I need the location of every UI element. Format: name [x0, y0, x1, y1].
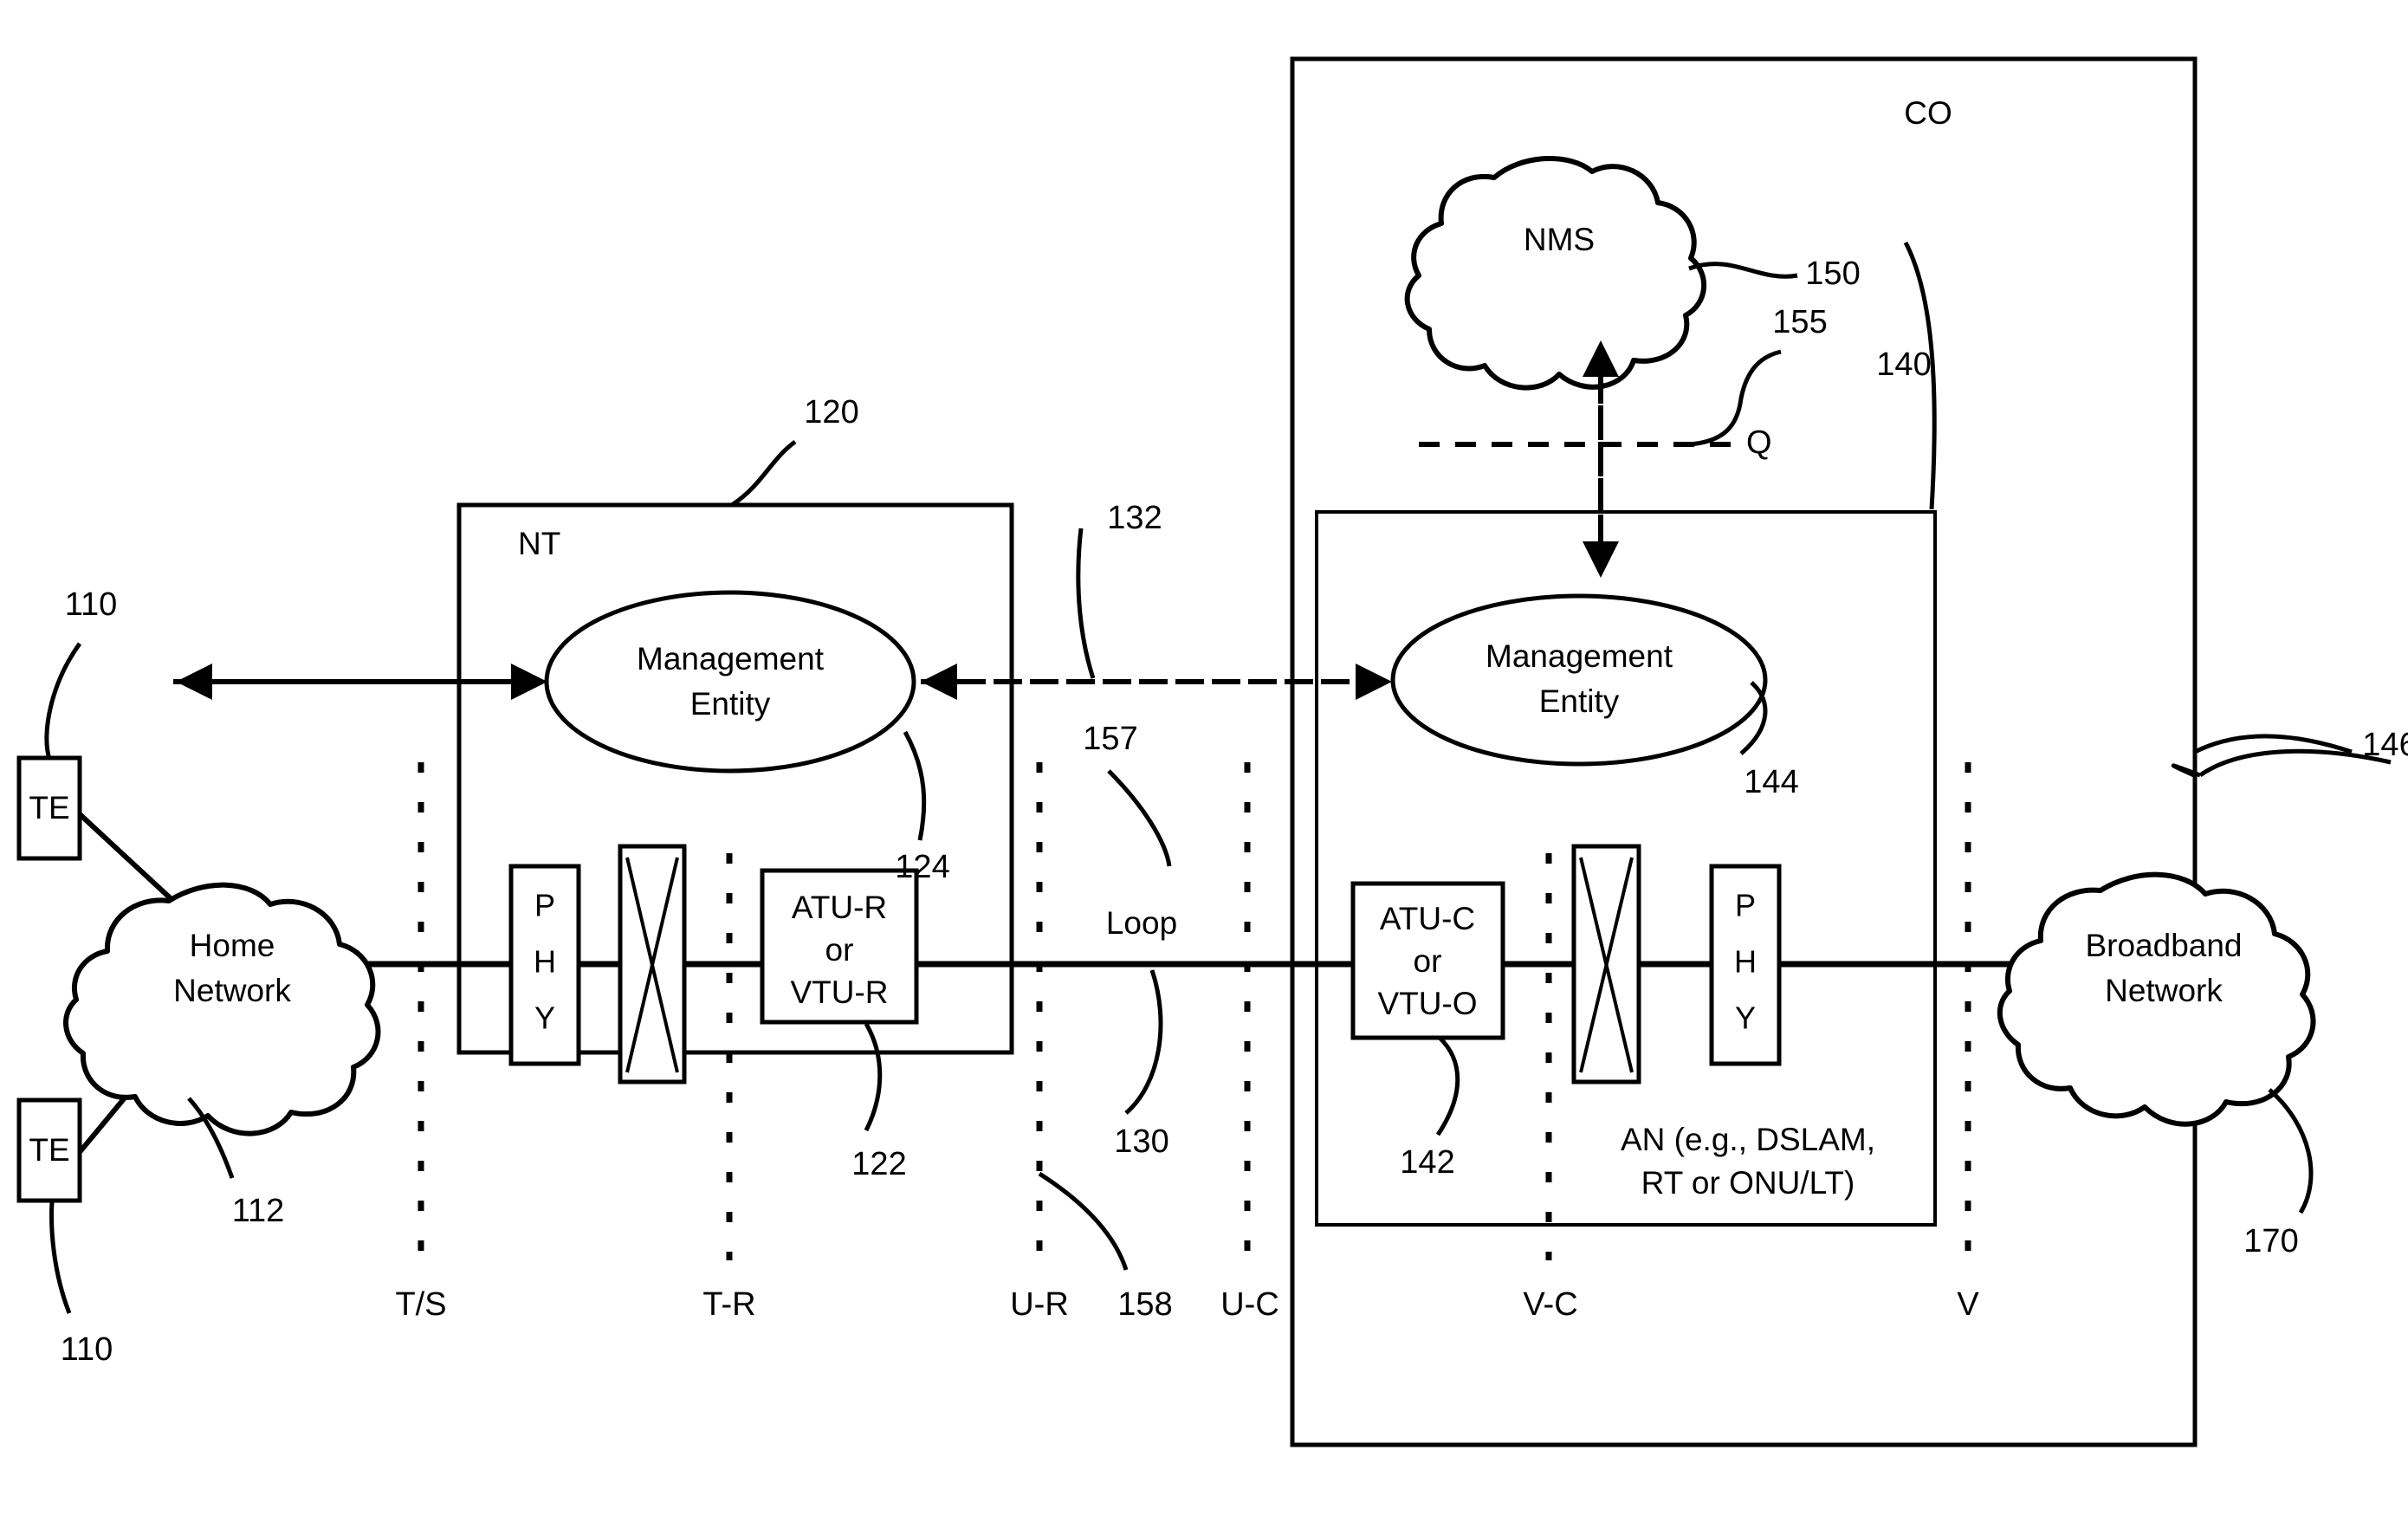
leader-110-top [44, 642, 82, 760]
nt-management-entity-line2: Entity [690, 686, 771, 722]
interface-label-vc: V-C [1523, 1286, 1577, 1323]
co-management-entity-line1: Management [1486, 638, 1673, 674]
ref-157: 157 [1083, 721, 1137, 757]
co-title-label: CO [1904, 95, 1952, 131]
leader-170 [2268, 1088, 2314, 1214]
nms-cloud [1404, 156, 1706, 391]
ref-112: 112 [232, 1193, 285, 1229]
ref-170: 170 [2243, 1223, 2298, 1259]
ref-110-top: 110 [65, 586, 118, 623]
ref-110-bottom: 110 [61, 1331, 113, 1368]
atu-r-label-line1: ATU-R [792, 890, 887, 925]
nt-management-entity-ellipse [544, 590, 916, 774]
q-interface-label: Q [1746, 424, 1772, 461]
ref-155: 155 [1772, 304, 1827, 340]
leader-146-simple [2193, 734, 2353, 754]
te-bottom-label: TE [29, 1132, 69, 1168]
interface-label-ur: U-R [1010, 1286, 1069, 1323]
ref-120: 120 [804, 394, 858, 431]
co-phy-letter-p: P [1735, 888, 1756, 923]
leader-142 [1435, 1036, 1460, 1136]
broadband-network-line1: Broadband [2085, 928, 2242, 963]
ref-146: 146 [2362, 727, 2408, 763]
co-phy-letter-y: Y [1735, 1000, 1756, 1036]
network-diagram-svg: TE TE Home Network NT Management Entity … [16, 56, 2408, 1447]
interface-label-tr: T-R [702, 1286, 755, 1323]
leader-120 [730, 439, 797, 508]
an-label-line1: AN (e.g., DSLAM, [1621, 1122, 1875, 1157]
ref-132: 132 [1107, 500, 1162, 536]
atu-c-label-line3: VTU-O [1377, 986, 1477, 1021]
leader-132 [1076, 528, 1096, 679]
atu-c-label-line1: ATU-C [1380, 901, 1475, 936]
leader-110-bottom [49, 1201, 72, 1314]
ref-142: 142 [1400, 1144, 1454, 1181]
ref-124: 124 [895, 849, 949, 885]
leader-122 [864, 1022, 883, 1132]
leader-124 [903, 730, 927, 841]
te-top-connector [77, 812, 176, 903]
co-management-entity-ellipse [1390, 593, 1768, 767]
atu-r-label-line3: VTU-R [790, 974, 888, 1010]
co-management-entity-line2: Entity [1539, 683, 1620, 719]
leader-146 [2171, 748, 2392, 779]
atu-c-label-line2: or [1414, 943, 1442, 979]
ref-140: 140 [1876, 346, 1931, 383]
nt-phy-letter-y: Y [534, 1000, 555, 1036]
nms-label: NMS [1524, 222, 1595, 257]
ref-122: 122 [851, 1146, 906, 1182]
te-top-label: TE [29, 790, 69, 826]
interface-label-uc: U-C [1220, 1286, 1279, 1323]
home-network-cloud [63, 882, 381, 1136]
interface-label-v: V [1957, 1286, 1979, 1323]
ref-150: 150 [1805, 256, 1860, 292]
home-network-label-line1: Home [190, 928, 275, 963]
nt-title-label: NT [518, 526, 560, 561]
figure-canvas: TE TE Home Network NT Management Entity … [0, 0, 2408, 1528]
ref-144: 144 [1744, 764, 1798, 800]
home-network-label-line2: Network [173, 973, 291, 1008]
atu-r-label-line2: or [825, 932, 854, 968]
broadband-network-line2: Network [2105, 973, 2223, 1008]
leader-158 [1038, 1171, 1129, 1271]
nt-management-entity-line1: Management [637, 641, 825, 677]
nt-phy-letter-p: P [534, 888, 555, 923]
co-phy-letter-h: H [1734, 944, 1757, 980]
leader-157 [1107, 769, 1172, 867]
an-label-line2: RT or ONU/LT) [1641, 1165, 1855, 1201]
ref-158: 158 [1117, 1286, 1172, 1323]
ref-130: 130 [1114, 1123, 1168, 1160]
nt-phy-letter-h: H [534, 944, 556, 980]
interface-label-ts: T/S [395, 1286, 446, 1323]
loop-label: Loop [1106, 905, 1177, 941]
leader-150 [1688, 262, 1798, 279]
leader-130 [1124, 969, 1163, 1115]
